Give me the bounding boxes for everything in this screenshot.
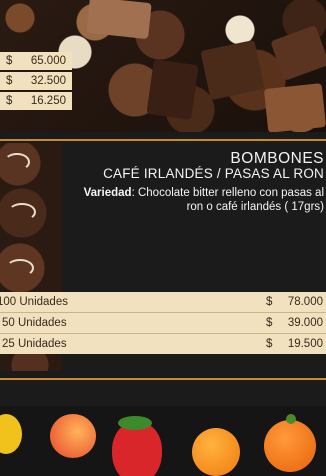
currency-symbol: $ [266, 338, 273, 350]
quantity-cell: 100 Unidades [0, 296, 68, 308]
currency-symbol: $ [6, 95, 13, 107]
bonbon-square [146, 59, 199, 120]
top-price-row: $ 32.500 [0, 72, 72, 90]
strawberry-shape [112, 422, 162, 476]
currency-symbol: $ [6, 55, 13, 67]
leaf-shape [118, 416, 152, 430]
section-divider [0, 139, 326, 141]
currency-symbol: $ [266, 317, 273, 329]
section-divider [0, 378, 326, 380]
product-description: Variedad: Chocolate bitter relleno con p… [70, 186, 324, 214]
variety-text: : Chocolate bitter relleno con pasas al … [131, 187, 324, 213]
bonbon-square [200, 39, 265, 101]
product-name: CAFÉ IRLANDÉS / PASAS AL RON [103, 166, 324, 181]
tangerine-shape [264, 420, 316, 472]
currency-symbol: $ [266, 296, 273, 308]
marzipan-fruits-photo [0, 406, 326, 476]
price-value: 65.000 [30, 55, 66, 67]
top-price-row: $ 16.250 [0, 92, 72, 110]
price-table: 100 Unidades $ 78.000 50 Unidades $ 39.0… [0, 292, 326, 354]
price-cell: 39.000 [287, 317, 323, 329]
orange-shape [192, 428, 240, 476]
top-price-row: $ 65.000 [0, 52, 72, 70]
swirl-decoration [8, 203, 36, 221]
price-value: 32.500 [30, 75, 66, 87]
currency-symbol: $ [6, 75, 13, 87]
table-row: 50 Unidades $ 39.000 [0, 313, 326, 333]
variety-label: Variedad [83, 187, 132, 199]
lemon-shape [0, 414, 22, 454]
swirl-decoration [6, 259, 34, 277]
price-value: 16.250 [30, 95, 66, 107]
quantity-cell: 50 Unidades [2, 317, 67, 329]
table-row: 25 Unidades $ 19.500 [0, 334, 326, 354]
stem-shape [286, 414, 296, 424]
table-row: 100 Unidades $ 78.000 [0, 292, 326, 312]
price-cell: 19.500 [287, 338, 323, 350]
quantity-cell: 25 Unidades [2, 338, 67, 350]
peach-shape [50, 414, 96, 458]
price-cell: 78.000 [287, 296, 323, 308]
bonbon-square [270, 25, 326, 81]
bonbon-square [263, 83, 326, 132]
swirl-decoration [4, 153, 30, 171]
bonbon-square [86, 0, 152, 40]
